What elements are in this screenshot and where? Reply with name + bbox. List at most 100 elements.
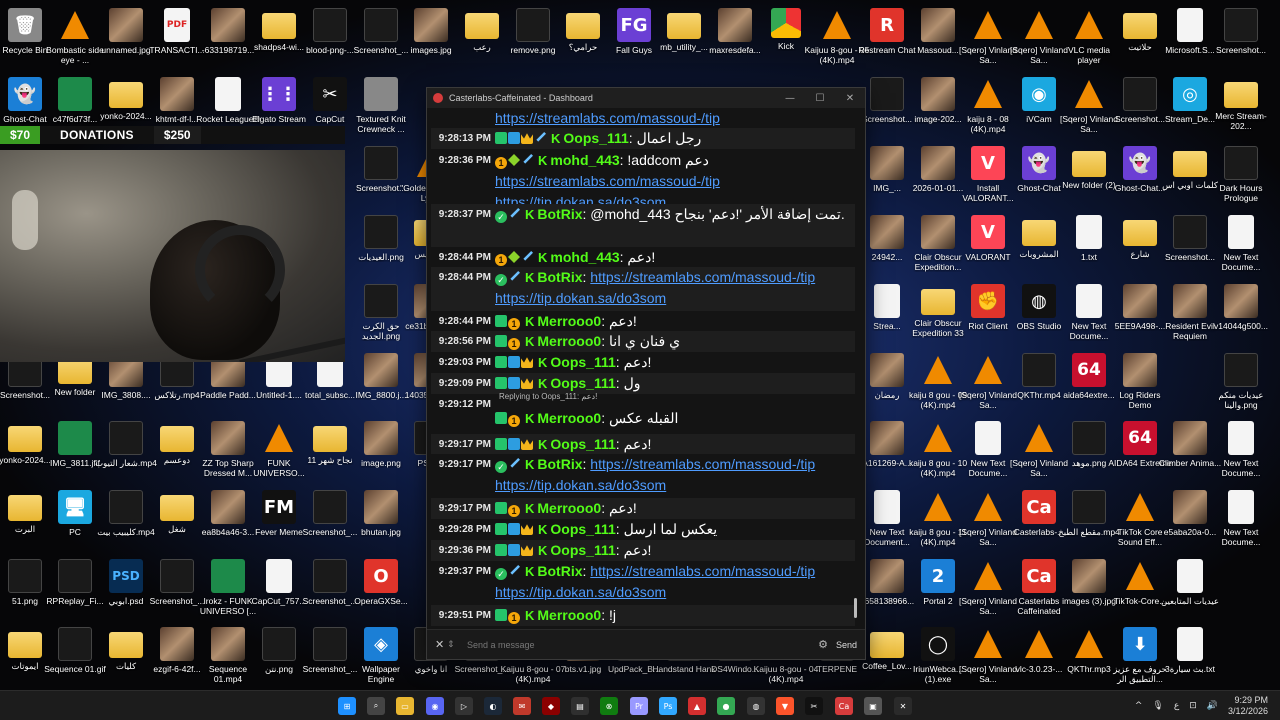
chat-message[interactable]: 9:29:37 PM ✓ K BotRix: https://streamlabs.c… <box>431 561 855 605</box>
chat-username[interactable]: Oops_111 <box>550 354 615 370</box>
message-link[interactable]: https://streamlabs.com/massoud-/tip <box>590 269 815 285</box>
chat-username[interactable]: Merrooo0 <box>537 607 601 623</box>
taskbar-acrobat-icon[interactable]: ▲ <box>688 697 706 715</box>
chat-message[interactable]: 9:28:56 PM 1 K Merrooo0: ي فنان ي انا <box>431 331 855 352</box>
message-link[interactable]: https://streamlabs.com/massoud-/tip <box>590 563 815 579</box>
chat-message[interactable]: 9:29:12 PM Replying to Oops_111: دعم! 1 K Me… <box>431 392 855 434</box>
desktop-icon[interactable]: bhutan.jpg <box>348 487 414 555</box>
chat-message[interactable]: 9:29:09 PM K Oops_111: ول <box>431 373 855 394</box>
chat-scrollbar[interactable] <box>854 598 857 618</box>
taskbar-media-icon[interactable]: ▷ <box>455 697 473 715</box>
taskbar-capcut-icon[interactable]: ✂ <box>805 697 823 715</box>
taskbar-unknown-icon[interactable]: ▣ <box>864 697 882 715</box>
desktop-icon[interactable]: New Text Docume... <box>1208 418 1274 486</box>
chat-username[interactable]: Merrooo0 <box>537 313 601 329</box>
platform-select-icon[interactable]: ⇕ <box>447 640 461 650</box>
clock[interactable]: 9:29 PM 3/12/2026 <box>1228 695 1268 717</box>
window-titlebar[interactable]: Casterlabs-Caffeinated - Dashboard — ☐ ✕ <box>427 88 865 108</box>
chat-username[interactable]: BotRix <box>537 269 582 285</box>
chat-username[interactable]: BotRix <box>537 206 582 222</box>
taskbar-steam-icon[interactable]: ◐ <box>484 697 502 715</box>
desktop-icon[interactable]: Textured Knit Crewneck ... <box>348 74 414 142</box>
taskbar-obs-icon[interactable]: ◍ <box>747 697 765 715</box>
mic-icon[interactable]: 🎙 <box>1152 701 1163 711</box>
chat-message[interactable]: 9:29:28 PM K Oops_111: يعكس لما ارسل <box>431 519 855 540</box>
chat-username[interactable]: Merrooo0 <box>537 410 601 426</box>
tray-chevron-icon[interactable]: ^ <box>1135 701 1143 711</box>
chat-username[interactable]: Oops_111 <box>550 375 615 391</box>
chat-message[interactable]: 9:28:37 PM ✓ K BotRix: @mohd_443 تمت إضافة … <box>431 204 855 247</box>
chat-username[interactable]: mohd_443 <box>550 249 619 265</box>
chat-username[interactable]: BotRix <box>537 456 582 472</box>
taskbar-caster-icon[interactable]: Ca <box>835 697 853 715</box>
message-link[interactable]: https://streamlabs.com/massoud-/tip <box>495 173 720 189</box>
taskbar-explorer-icon[interactable]: ▭ <box>396 697 414 715</box>
chat-username[interactable]: Merrooo0 <box>537 333 601 349</box>
desktop-icon[interactable]: Log Riders Demo <box>1107 350 1173 418</box>
network-icon[interactable]: ⊡ <box>1189 701 1197 711</box>
chat-message[interactable]: 9:29:17 PM K Oops_111: دعم! <box>431 434 855 454</box>
taskbar-xbox-icon[interactable]: ⊗ <box>600 697 618 715</box>
taskbar-start-icon[interactable]: ⊞ <box>338 697 356 715</box>
minimize-button[interactable]: — <box>775 88 805 108</box>
chat-input[interactable] <box>467 639 819 650</box>
chat-message[interactable]: 9:28:44 PM 1 K Merrooo0: دعم! <box>431 311 855 331</box>
message-link[interactable]: https://streamlabs.com/massoud-/tip <box>590 456 815 472</box>
one-badge-icon: 1 <box>508 415 520 427</box>
volume-icon[interactable]: 🔊 <box>1207 701 1218 711</box>
chat-username[interactable]: Oops_111 <box>550 542 615 558</box>
desktop-icon-label: Dark Hours Prologue <box>1219 183 1263 203</box>
chat-message[interactable]: 9:29:36 PM K Oops_111: دعم! <box>431 540 855 561</box>
send-button[interactable]: Send <box>836 640 857 650</box>
chat-settings-icon[interactable]: ⚙ <box>818 638 828 651</box>
desktop-icon[interactable]: عيديات منكم والينا.png <box>1208 350 1274 418</box>
desktop-icon[interactable]: New Text Docume... <box>1208 487 1274 555</box>
chat-message[interactable]: https://streamlabs.com/massoud-/tip <box>431 108 855 128</box>
message-link[interactable]: https://tip.dokan.sa/do3som <box>495 477 666 493</box>
taskbar-photoshop-icon[interactable]: Ps <box>659 697 677 715</box>
chat-username[interactable]: BotRix <box>537 563 582 579</box>
taskbar-chrome-icon[interactable]: ● <box>717 697 735 715</box>
chat-message[interactable]: 9:29:17 PM ✓ K BotRix: https://streamlabs.c… <box>431 454 855 498</box>
chat-message[interactable]: 9:28:44 PM 1 Kmohd_443: دعم! <box>431 247 855 267</box>
chat-username[interactable]: Oops_111 <box>550 436 615 452</box>
taskbar-app-red-icon[interactable]: ◆ <box>542 697 560 715</box>
desktop-icon[interactable]: 3بث سيارة.txt <box>1157 624 1223 690</box>
chat-message[interactable]: 9:28:44 PM ✓ K BotRix: https://streamlabs.c… <box>431 267 855 311</box>
desktop-icon[interactable]: New Text Docume... <box>1208 212 1274 280</box>
message-link[interactable]: https://tip.dokan.sa/do3som <box>495 584 666 600</box>
close-button[interactable]: ✕ <box>835 88 865 108</box>
taskbar-app-x-icon[interactable]: ✕ <box>894 697 912 715</box>
language-indicator[interactable]: ع <box>1174 701 1179 711</box>
chat-username[interactable]: Merrooo0 <box>537 500 601 516</box>
desktop-icon[interactable]: عيديات المتابعين <box>1157 556 1223 624</box>
taskbar-discord-icon[interactable]: ◉ <box>426 697 444 715</box>
taskbar-premiere-icon[interactable]: Pr <box>630 697 648 715</box>
mod-badge-icon <box>495 335 507 347</box>
message-link[interactable]: https://streamlabs.com/massoud-/tip <box>495 110 720 126</box>
desktop-icon[interactable]: v14044g500... <box>1208 281 1274 349</box>
chat-username[interactable]: mohd_443 <box>550 152 619 168</box>
message-link[interactable]: https://tip.dokan.sa/do3som <box>495 290 666 306</box>
img-icon <box>109 8 143 42</box>
chat-list[interactable]: https://streamlabs.com/massoud-/tip 9:28:… <box>427 108 865 629</box>
chat-message[interactable]: 9:29:51 PM 1 K Merrooo0: !j <box>431 605 855 626</box>
desktop-icon[interactable]: Screenshot... <box>1208 5 1274 73</box>
close-reply-icon[interactable]: ✕ <box>435 638 447 651</box>
chat-message[interactable]: 9:28:13 PM K Oops_111: رجل اعمال <box>431 128 855 149</box>
chat-message[interactable]: 9:28:36 PM 1 Kmohd_443: !addcom دعم https:/… <box>431 150 855 210</box>
doc-icon <box>1076 284 1102 318</box>
chat-message[interactable]: 9:29:03 PM K Oops_111: دعم! <box>431 352 855 373</box>
desktop-icon[interactable]: Dark Hours Prologue <box>1208 143 1274 211</box>
taskbar-search-icon[interactable]: ⌕ <box>367 697 385 715</box>
chat-username[interactable]: Oops_111 <box>563 130 628 146</box>
taskbar-brave-icon[interactable]: ▼ <box>776 697 794 715</box>
desktop-icon[interactable]: Merc Stream-202... <box>1208 74 1274 142</box>
desktop-icon[interactable]: O OperaGXSe... <box>348 556 414 624</box>
message-time: 9:28:13 PM <box>438 133 491 144</box>
maximize-button[interactable]: ☐ <box>805 88 835 108</box>
taskbar-file-icon[interactable]: ▤ <box>571 697 589 715</box>
taskbar-mail-icon[interactable]: ✉ <box>513 697 531 715</box>
chat-username[interactable]: Oops_111 <box>550 521 615 537</box>
chat-message[interactable]: 9:29:17 PM 1 K Merrooo0: دعم! <box>431 498 855 519</box>
